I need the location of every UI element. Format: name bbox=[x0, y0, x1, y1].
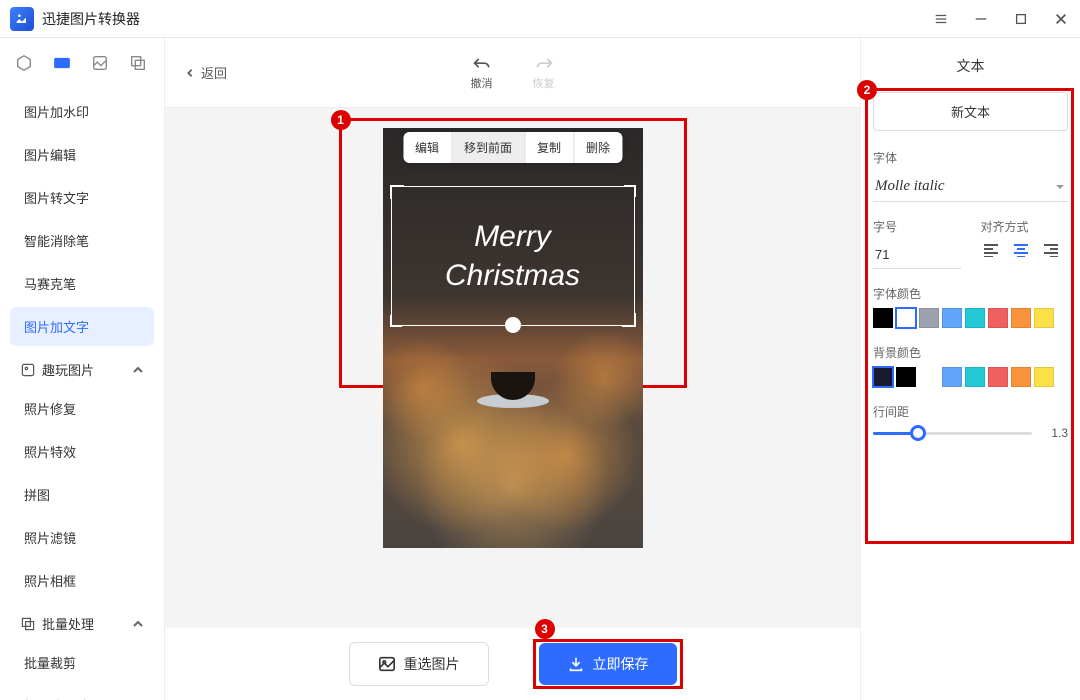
ctx-delete-button[interactable]: 删除 bbox=[574, 132, 622, 163]
redo-icon bbox=[534, 55, 554, 73]
nav-item-ocr[interactable]: 图片转文字 bbox=[10, 178, 154, 217]
canvas-area: 1 编辑 移到前面 复制 删除 MerryChristmas bbox=[165, 108, 860, 628]
category-icon-1[interactable] bbox=[14, 53, 34, 73]
panel-title: 文本 bbox=[861, 56, 1080, 76]
reselect-image-button[interactable]: 重选图片 bbox=[349, 642, 489, 686]
nav-item-mosaic[interactable]: 马赛克笔 bbox=[10, 264, 154, 303]
nav-group-label: 趣玩图片 bbox=[42, 360, 94, 379]
resize-handle-tr[interactable] bbox=[624, 185, 636, 197]
minimize-button[interactable] bbox=[972, 10, 990, 28]
ctx-copy-button[interactable]: 复制 bbox=[525, 132, 574, 163]
rotate-handle[interactable] bbox=[505, 317, 521, 333]
redo-label: 恢复 bbox=[533, 75, 555, 91]
nav-list: 图片加水印 图片编辑 图片转文字 智能消除笔 马赛克笔 图片加文字 趣玩图片 照… bbox=[0, 88, 164, 700]
annotation-number-2: 2 bbox=[857, 80, 877, 100]
canvas-frame: 1 编辑 移到前面 复制 删除 MerryChristmas bbox=[383, 128, 643, 548]
nav-item-frame[interactable]: 照片相框 bbox=[10, 561, 154, 600]
sidebar-category-icons bbox=[0, 38, 164, 88]
undo-button[interactable]: 撤消 bbox=[471, 55, 493, 91]
image-icon bbox=[378, 655, 396, 673]
undo-icon bbox=[472, 55, 492, 73]
category-icon-4[interactable] bbox=[128, 53, 148, 73]
back-label: 返回 bbox=[201, 63, 227, 82]
annotation-box-2: 2 bbox=[865, 88, 1074, 544]
close-button[interactable] bbox=[1052, 10, 1070, 28]
save-label: 立即保存 bbox=[593, 654, 649, 674]
image-stage[interactable]: 编辑 移到前面 复制 删除 MerryChristmas bbox=[383, 128, 643, 548]
nav-item-watermark[interactable]: 图片加水印 bbox=[10, 92, 154, 131]
chevron-up-icon bbox=[132, 618, 144, 630]
app-logo-icon bbox=[10, 7, 34, 31]
nav-group-batch[interactable]: 批量处理 bbox=[10, 604, 154, 643]
resize-handle-bl[interactable] bbox=[390, 315, 402, 327]
nav-item-repair[interactable]: 照片修复 bbox=[10, 389, 154, 428]
center-toolbar: 返回 撤消 恢复 bbox=[165, 38, 860, 108]
nav-item-filter[interactable]: 照片滤镜 bbox=[10, 518, 154, 557]
nav-group-fun[interactable]: 趣玩图片 bbox=[10, 350, 154, 389]
sidebar: 图片加水印 图片编辑 图片转文字 智能消除笔 马赛克笔 图片加文字 趣玩图片 照… bbox=[0, 38, 165, 700]
download-icon bbox=[567, 655, 585, 673]
image-content-cup bbox=[483, 372, 543, 410]
maximize-button[interactable] bbox=[1012, 10, 1030, 28]
nav-item-effects[interactable]: 照片特效 bbox=[10, 432, 154, 471]
reselect-label: 重选图片 bbox=[404, 654, 460, 674]
text-selection-box[interactable]: MerryChristmas bbox=[391, 186, 635, 326]
text-content[interactable]: MerryChristmas bbox=[445, 217, 580, 295]
window-controls bbox=[932, 10, 1070, 28]
nav-item-add-text[interactable]: 图片加文字 bbox=[10, 307, 154, 346]
chevron-up-icon bbox=[132, 364, 144, 376]
undo-label: 撤消 bbox=[471, 75, 493, 91]
menu-button[interactable] bbox=[932, 10, 950, 28]
nav-group-label: 批量处理 bbox=[42, 614, 94, 633]
redo-button[interactable]: 恢复 bbox=[533, 55, 555, 91]
category-icon-3[interactable] bbox=[90, 53, 110, 73]
nav-item-collage[interactable]: 拼图 bbox=[10, 475, 154, 514]
right-panel: 2 文本 新文本 字体 Molle italic 字号 对齐方式 bbox=[860, 38, 1080, 700]
slider-thumb[interactable] bbox=[910, 425, 926, 441]
save-button[interactable]: 立即保存 bbox=[539, 643, 677, 685]
nav-item-edit[interactable]: 图片编辑 bbox=[10, 135, 154, 174]
annotation-number-3: 3 bbox=[535, 619, 555, 639]
nav-item-erase[interactable]: 智能消除笔 bbox=[10, 221, 154, 260]
app-title: 迅捷图片转换器 bbox=[42, 9, 932, 29]
nav-item-batch-resize[interactable]: 批量改尺寸 bbox=[10, 686, 154, 700]
center-panel: 返回 撤消 恢复 1 编 bbox=[165, 38, 860, 700]
category-icon-2[interactable] bbox=[52, 53, 72, 73]
bottom-actions: 重选图片 3 立即保存 bbox=[165, 628, 860, 700]
ctx-edit-button[interactable]: 编辑 bbox=[403, 132, 452, 163]
titlebar: 迅捷图片转换器 bbox=[0, 0, 1080, 38]
annotation-number-1: 1 bbox=[331, 110, 351, 130]
nav-item-batch-crop[interactable]: 批量裁剪 bbox=[10, 643, 154, 682]
back-button[interactable]: 返回 bbox=[165, 63, 247, 82]
ctx-bring-front-button[interactable]: 移到前面 bbox=[452, 132, 525, 163]
context-toolbar: 编辑 移到前面 复制 删除 bbox=[403, 132, 622, 163]
chevron-left-icon bbox=[185, 68, 195, 78]
